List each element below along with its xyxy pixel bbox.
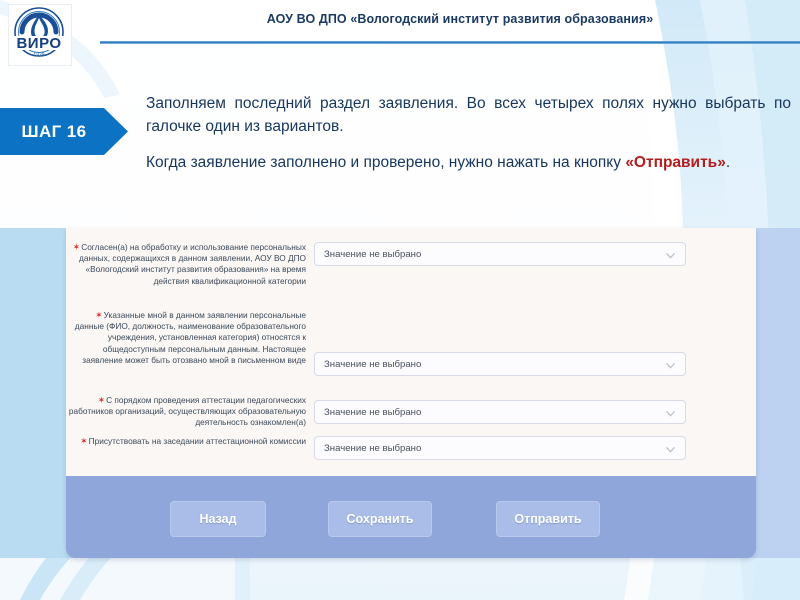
save-button[interactable]: Сохранить xyxy=(328,501,432,537)
field-label: ✶Присутствовать на заседании аттестацион… xyxy=(66,436,314,447)
intro-text: Заполняем последний раздел заявления. Во… xyxy=(146,92,791,174)
chevron-down-icon[interactable] xyxy=(665,250,676,261)
header: АОУ ВО ДПО «Вологодский институт развити… xyxy=(0,0,800,48)
form-fields-area: ✶Согласен(а) на обработку и использовани… xyxy=(66,228,756,476)
chevron-down-icon[interactable] xyxy=(665,444,676,455)
select-value: Значение не выбрано xyxy=(324,407,422,418)
consent-personal-data-select[interactable]: Значение не выбрано xyxy=(314,242,686,266)
intro-paragraph-2: Когда заявление заполнено и проверено, н… xyxy=(146,151,791,174)
required-star-icon: ✶ xyxy=(80,436,88,446)
svg-text:ВИРО: ВИРО xyxy=(16,35,61,52)
back-button[interactable]: Назад xyxy=(170,501,266,537)
field-label-text: Согласен(а) на обработку и использование… xyxy=(79,242,306,286)
screenshot-left-band xyxy=(0,228,70,558)
slide: АОУ ВО ДПО «Вологодский институт развити… xyxy=(0,0,800,600)
required-star-icon: ✶ xyxy=(95,310,103,320)
form-row: ✶С порядком проведения аттестации педаго… xyxy=(66,395,756,429)
viro-logo: ВИРО ~1938~ xyxy=(8,4,72,66)
form-row: ✶Указанные мной в данном заявлении персо… xyxy=(66,310,756,376)
submit-button[interactable]: Отправить xyxy=(496,501,600,537)
step-badge: ШАГ 16 xyxy=(0,108,128,155)
embedded-screenshot: ✶Согласен(а) на обработку и использовани… xyxy=(0,228,800,558)
field-label: ✶С порядком проведения аттестации педаго… xyxy=(66,395,314,429)
intro-paragraph-2-before: Когда заявление заполнено и проверено, н… xyxy=(146,154,626,171)
svg-text:~1938~: ~1938~ xyxy=(31,53,48,59)
chevron-down-icon[interactable] xyxy=(665,408,676,419)
select-value: Значение не выбрано xyxy=(324,443,422,454)
intro-paragraph-1: Заполняем последний раздел заявления. Во… xyxy=(146,95,791,135)
attend-commission-select[interactable]: Значение не выбрано xyxy=(314,436,686,460)
field-label-text: Указанные мной в данном заявлении персон… xyxy=(74,310,306,365)
required-star-icon: ✶ xyxy=(72,242,81,252)
submit-button-mention: «Отправить» xyxy=(625,154,726,171)
form-row: ✶Присутствовать на заседании аттестацион… xyxy=(66,436,756,460)
field-label-text: Присутствовать на заседании аттестационн… xyxy=(88,436,306,446)
form-row: ✶Согласен(а) на обработку и использовани… xyxy=(66,242,756,287)
select-value: Значение не выбрано xyxy=(324,359,422,370)
step-badge-label: ШАГ 16 xyxy=(21,121,87,141)
chevron-down-icon[interactable] xyxy=(665,360,676,371)
field-label: ✶Указанные мной в данном заявлении персо… xyxy=(66,310,314,366)
intro-paragraph-2-after: . xyxy=(725,154,731,171)
select-value: Значение не выбрано xyxy=(324,249,422,260)
public-data-select[interactable]: Значение не выбрано xyxy=(314,352,686,376)
attestation-procedure-select[interactable]: Значение не выбрано xyxy=(314,400,686,424)
required-star-icon: ✶ xyxy=(97,395,106,405)
field-label: ✶Согласен(а) на обработку и использовани… xyxy=(66,242,314,287)
application-form-panel: ✶Согласен(а) на обработку и использовани… xyxy=(66,228,756,558)
page-title: АОУ ВО ДПО «Вологодский институт развити… xyxy=(266,12,654,26)
header-divider xyxy=(100,41,800,44)
form-actions: Назад Сохранить Отправить xyxy=(66,476,756,558)
